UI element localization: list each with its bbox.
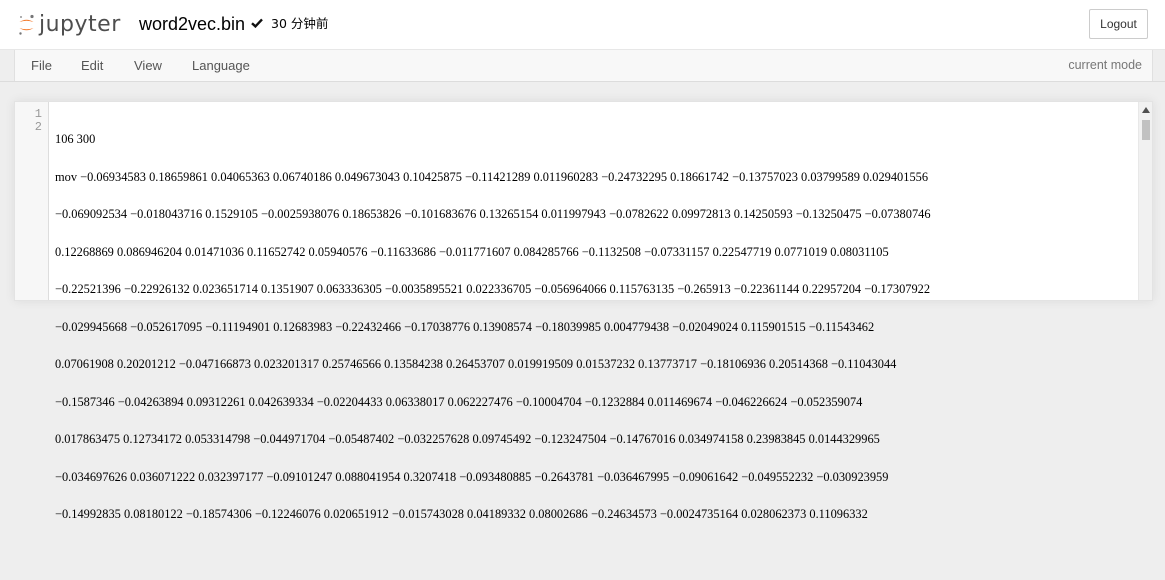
scroll-up-arrow-icon[interactable] <box>1142 107 1150 113</box>
jupyter-logo[interactable]: jupyter <box>18 11 121 39</box>
code-line: 0.07061908 0.20201212 −0.047166873 0.023… <box>55 357 897 371</box>
menubar: File Edit View Language current mode <box>0 50 1165 82</box>
last-saved-status: 30 分钟前 <box>271 16 329 31</box>
code-line: −0.029945668 −0.052617095 −0.11194901 0.… <box>55 319 875 334</box>
scrollbar-thumb[interactable] <box>1142 120 1150 140</box>
code-line: 0.12268869 0.086946204 0.01471036 0.1165… <box>55 244 889 259</box>
code-line: −0.14992835 0.08180122 −0.18574306 −0.12… <box>55 507 868 521</box>
text-editor[interactable]: 1 2 106 300 mov −0.06934583 0.18659861 0… <box>14 101 1153 520</box>
code-line: 0.017863475 0.12734172 0.053314798 −0.04… <box>55 432 880 446</box>
line-number: 2 <box>34 119 42 134</box>
code-line: −0.069092534 −0.018043716 0.1529105 −0.0… <box>55 207 931 221</box>
logout-button[interactable]: Logout <box>1089 9 1148 39</box>
menu-language[interactable]: Language <box>192 50 250 81</box>
menu-edit[interactable]: Edit <box>81 50 103 81</box>
editor-content[interactable]: 106 300 mov −0.06934583 0.18659861 0.040… <box>55 108 1137 580</box>
checkmark-icon <box>251 18 263 28</box>
menubar-container: File Edit View Language current mode <box>14 50 1153 81</box>
line-number: 1 <box>34 107 42 121</box>
vertical-scrollbar[interactable] <box>1138 102 1152 300</box>
line-number-gutter: 1 2 <box>15 102 49 300</box>
code-line: −0.1587346 −0.04263894 0.09312261 0.0426… <box>55 394 863 409</box>
editor-mode-indicator: current mode <box>1068 58 1142 72</box>
menu-file[interactable]: File <box>31 50 52 81</box>
code-line: mov −0.06934583 0.18659861 0.04065363 0.… <box>55 169 929 184</box>
notebook-header: jupyter word2vec.bin 30 分钟前 Logout <box>0 0 1165 50</box>
jupyter-logo-text: jupyter <box>39 12 121 37</box>
jupyter-logo-icon <box>19 14 34 35</box>
code-line: 106 300 <box>55 132 96 146</box>
notebook-name[interactable]: word2vec.bin <box>139 13 245 35</box>
menu-view[interactable]: View <box>134 50 162 81</box>
code-line: −0.034697626 0.036071222 0.032397177 −0.… <box>55 469 889 484</box>
code-line: −0.22521396 −0.22926132 0.023651714 0.13… <box>55 282 931 296</box>
